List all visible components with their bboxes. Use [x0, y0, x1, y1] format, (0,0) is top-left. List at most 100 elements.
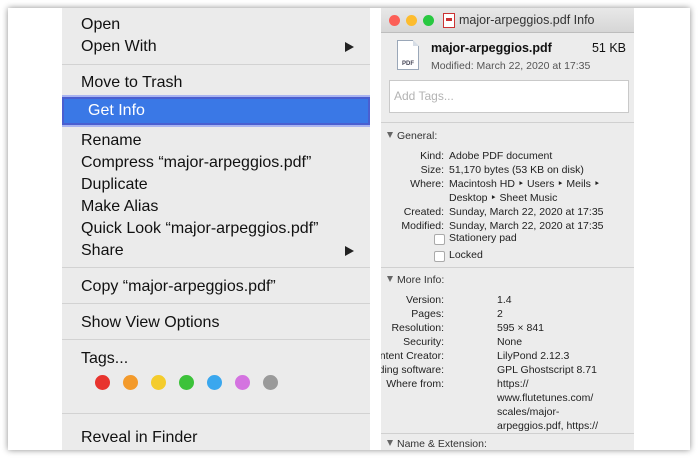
info-row-modified: Modified: Sunday, March 22, 2020 at 17:35: [381, 219, 634, 233]
stationery-pad-checkbox[interactable]: [434, 234, 445, 245]
menu-item-label: Move to Trash: [81, 74, 183, 91]
general-section-toggle[interactable]: General:: [387, 130, 437, 142]
info-row-kind: Kind: Adobe PDF document: [381, 149, 634, 163]
created-label: Created:: [403, 206, 444, 218]
tag-green-icon[interactable]: [179, 375, 194, 390]
section-divider: [381, 433, 634, 434]
menu-item-tags[interactable]: Tags...: [62, 348, 370, 370]
menu-item-label: Open: [81, 16, 121, 33]
menu-item-open-with[interactable]: Open With: [62, 36, 370, 58]
menu-separator: [62, 413, 370, 414]
info-row-where: Where: Macintosh HD ‣ Users ‣ Meils ‣: [381, 177, 634, 191]
info-row-where-from-cont: www.flutetunes.com/: [381, 391, 634, 405]
info-row-where-from-cont: scales/major-: [381, 405, 634, 419]
more-info-section-toggle[interactable]: More Info:: [387, 274, 444, 286]
locked-checkbox[interactable]: [434, 251, 445, 262]
menu-item-compress[interactable]: Compress “major-arpeggios.pdf”: [62, 152, 370, 174]
window-titlebar: major-arpeggios.pdf Info: [381, 8, 634, 33]
menu-separator: [62, 303, 370, 304]
disclosure-triangle-icon: [387, 276, 393, 282]
modified-label: Modified:: [401, 220, 444, 232]
version-value: 1.4: [497, 294, 512, 306]
more-info-heading: More Info:: [397, 274, 445, 286]
minimize-window-icon[interactable]: [406, 15, 417, 26]
tags-placeholder: Add Tags...: [394, 89, 454, 103]
info-row-encoding-software: Encoding software: GPL Ghostscript 8.71: [381, 363, 634, 377]
menu-item-label: Quick Look “major-arpeggios.pdf”: [81, 220, 319, 237]
menu-item-reveal-in-finder[interactable]: Reveal in Finder: [62, 427, 370, 449]
section-divider: [381, 122, 634, 123]
menu-item-label: Compress “major-arpeggios.pdf”: [81, 154, 312, 171]
menu-separator: [62, 339, 370, 340]
menu-item-open[interactable]: Open: [62, 14, 370, 36]
where-from-link[interactable]: www.flutetunes.com/: [497, 391, 593, 405]
tag-red-icon[interactable]: [95, 375, 110, 390]
disclosure-triangle-icon: [387, 132, 393, 138]
info-row-pages: Pages: 2: [381, 307, 634, 321]
pdf-file-icon: [443, 13, 455, 28]
menu-item-label: Get Info: [88, 102, 145, 119]
get-info-window: major-arpeggios.pdf Info PDF major-arpeg…: [381, 8, 634, 450]
menu-item-label: Copy “major-arpeggios.pdf”: [81, 278, 276, 295]
context-menu: Open Open With Move to Trash Get Info Re…: [62, 8, 370, 450]
submenu-arrow-icon: [345, 246, 354, 256]
tags-input[interactable]: Add Tags...: [389, 80, 629, 113]
menu-item-rename[interactable]: Rename: [62, 130, 370, 152]
menu-item-make-alias[interactable]: Make Alias: [62, 196, 370, 218]
window-title: major-arpeggios.pdf Info: [459, 13, 595, 27]
resolution-value: 595 × 841: [497, 322, 545, 334]
content-creator-label: Content Creator:: [381, 350, 444, 362]
menu-item-get-info[interactable]: Get Info: [64, 99, 368, 123]
info-row-size: Size: 51,170 bytes (53 KB on disk): [381, 163, 634, 177]
submenu-arrow-icon: [345, 42, 354, 52]
where-from-link[interactable]: scales/major-: [497, 405, 559, 419]
content-creator-value: LilyPond 2.12.3: [497, 350, 570, 362]
where-label: Where:: [410, 178, 444, 190]
pages-value: 2: [497, 308, 503, 320]
encoding-software-label: Encoding software:: [381, 364, 444, 376]
tag-purple-icon[interactable]: [235, 375, 250, 390]
menu-item-show-view-options[interactable]: Show View Options: [62, 312, 370, 334]
info-row-resolution: Resolution: 595 × 841: [381, 321, 634, 335]
info-row-where-from-cont: arpeggios.pdf, https://: [381, 419, 634, 433]
where-from-value: https://: [497, 378, 529, 390]
pdf-document-icon: PDF: [397, 40, 419, 70]
name-extension-section-toggle[interactable]: Name & Extension:: [387, 438, 487, 450]
menu-item-quick-look[interactable]: Quick Look “major-arpeggios.pdf”: [62, 218, 370, 240]
tag-orange-icon[interactable]: [123, 375, 138, 390]
menu-item-label: Make Alias: [81, 198, 159, 215]
menu-item-label: Open With: [81, 38, 157, 55]
menu-item-label: Show View Options: [81, 314, 220, 331]
tag-gray-icon[interactable]: [263, 375, 278, 390]
kind-value: Adobe PDF document: [449, 150, 553, 162]
stationery-pad-label: Stationery pad: [449, 232, 517, 244]
where-value: Macintosh HD ‣ Users ‣ Meils ‣: [449, 178, 601, 190]
created-value: Sunday, March 22, 2020 at 17:35: [449, 206, 604, 218]
version-label: Version:: [406, 294, 444, 306]
info-row-created: Created: Sunday, March 22, 2020 at 17:35: [381, 205, 634, 219]
page-fold-icon: [413, 40, 419, 46]
resolution-label: Resolution:: [391, 322, 444, 334]
locked-label: Locked: [449, 249, 483, 261]
general-heading: General:: [397, 130, 438, 142]
modified-value: Sunday, March 22, 2020 at 17:35: [449, 220, 604, 232]
tag-yellow-icon[interactable]: [151, 375, 166, 390]
tag-blue-icon[interactable]: [207, 375, 222, 390]
size-value: 51,170 bytes (53 KB on disk): [449, 164, 584, 176]
security-label: Security:: [403, 336, 444, 348]
menu-item-label: Share: [81, 242, 124, 259]
menu-item-duplicate[interactable]: Duplicate: [62, 174, 370, 196]
menu-item-copy[interactable]: Copy “major-arpeggios.pdf”: [62, 276, 370, 298]
info-row-version: Version: 1.4: [381, 293, 634, 307]
section-divider: [381, 267, 634, 268]
menu-item-label: Rename: [81, 132, 142, 149]
pages-label: Pages:: [411, 308, 444, 320]
close-window-icon[interactable]: [389, 15, 400, 26]
where-from-link[interactable]: arpeggios.pdf, https://: [497, 419, 598, 433]
zoom-window-icon[interactable]: [423, 15, 434, 26]
menu-item-move-to-trash[interactable]: Move to Trash: [62, 72, 370, 94]
where-value-cont: Desktop ‣ Sheet Music: [449, 192, 558, 204]
security-value: None: [497, 336, 523, 348]
menu-item-share[interactable]: Share: [62, 240, 370, 262]
name-extension-heading: Name & Extension:: [397, 438, 487, 450]
